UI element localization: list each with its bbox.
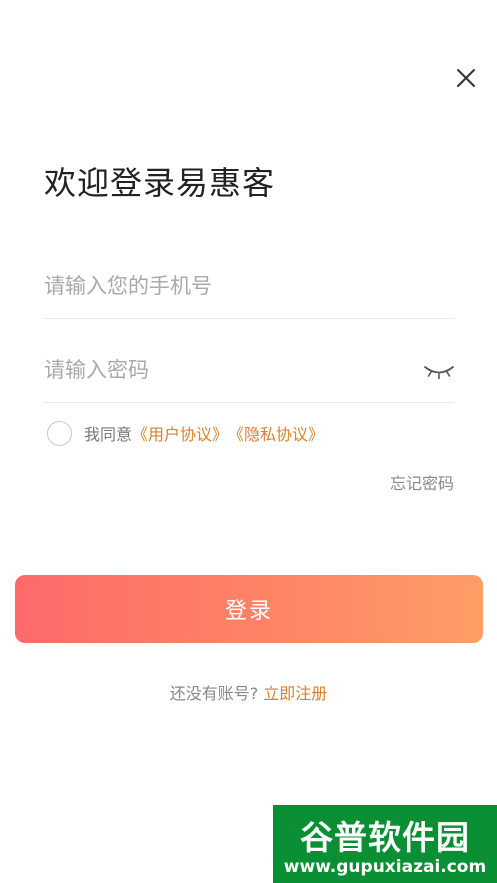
password-input[interactable] — [44, 340, 404, 400]
forgot-password-link[interactable]: 忘记密码 — [390, 470, 454, 494]
register-link[interactable]: 立即注册 — [263, 684, 327, 703]
page-title: 欢迎登录易惠客 — [44, 164, 276, 202]
password-visibility-toggle[interactable] — [422, 362, 456, 382]
close-icon — [457, 69, 475, 87]
phone-input[interactable] — [44, 256, 404, 316]
agree-checkbox[interactable] — [47, 420, 72, 446]
watermark-logo: 谷普软件园 www.gupuxiazai.com — [273, 805, 497, 883]
register-row: 还没有账号? 立即注册 — [0, 680, 497, 704]
close-button[interactable] — [452, 64, 480, 92]
eye-closed-icon — [424, 366, 454, 380]
watermark-url: www.gupuxiazai.com — [283, 857, 487, 877]
password-field — [44, 340, 454, 403]
user-agreement-link[interactable]: 《用户协议》 — [132, 421, 228, 445]
agree-prefix: 我同意 — [84, 425, 133, 444]
login-button[interactable]: 登录 — [15, 575, 483, 643]
register-prompt: 还没有账号? — [169, 684, 259, 703]
phone-field — [44, 256, 454, 319]
privacy-agreement-link[interactable]: 《隐私协议》 — [228, 421, 324, 445]
watermark-logo-text: 谷普软件园 — [300, 818, 470, 857]
agreement-row: 我同意 《用户协议》 《隐私协议》 — [47, 419, 324, 447]
